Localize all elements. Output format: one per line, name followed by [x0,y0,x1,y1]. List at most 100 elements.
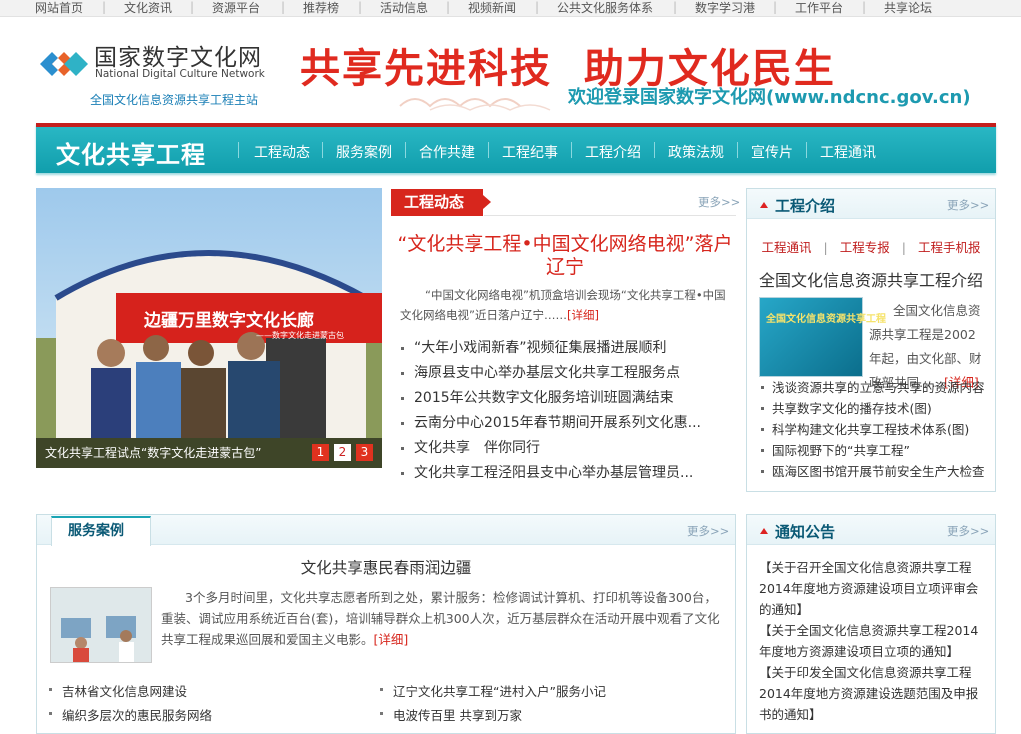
separator: | [102,0,107,14]
list-item[interactable]: 文化共享 伴你同行 [400,436,735,461]
separator: | [446,0,451,14]
notice-panel-title: 通知公告 [775,523,836,541]
top-nav: 网站首页 | 文化资讯 | 资源平台 | 推荐榜 | 活动信息 | 视频新闻 |… [0,0,1021,17]
service-more-link[interactable]: 更多>> [687,523,729,539]
nav-link-cooperation[interactable]: 合作共建 [419,142,475,162]
notice-list: 【关于召开全国文化信息资源共享工程2014年度地方资源建设项目立项评审会的通知】… [759,557,989,725]
service-image[interactable] [50,587,152,663]
separator: | [190,0,195,14]
separator: | [281,0,286,14]
service-headline[interactable]: 文化共享惠民春雨润边疆 [37,556,735,578]
slideshow-caption[interactable]: 文化共享工程试点“数字文化走进蒙古包” [36,438,382,468]
separator: | [823,240,828,255]
separator: | [673,0,678,14]
top-nav-events[interactable]: 活动信息 [380,0,428,16]
top-nav-forum[interactable]: 共享论坛 [884,0,932,16]
top-nav-home[interactable]: 网站首页 [35,0,83,16]
nav-link-cases[interactable]: 服务案例 [336,142,392,162]
slideshow-banner-sub: ——数字文化走进蒙古包 [256,331,344,340]
news-tab[interactable]: 工程动态 [391,189,491,216]
news-list: “大年小戏闹新春”视频征集展播进展顺利 海原县支中心举办基层文化共享工程服务点 … [400,336,735,486]
list-item[interactable]: 共享数字文化的播存技术(图) [759,398,995,419]
list-item[interactable]: 辽宁文化共享工程“进村入户”服务小记 [379,681,606,700]
service-text: 3个多月时间里，文化共享志愿者所到之处，累计服务：检修调试计算机、打印机等设备3… [161,587,723,650]
list-item[interactable]: 国际视野下的“共享工程” [759,440,995,461]
list-item[interactable]: 【关于印发全国文化信息资源共享工程2014年度地方资源建设选题范围及申报书的通知… [759,662,989,725]
list-item[interactable]: 【关于全国文化信息资源共享工程2014年度地方资源建设项目立项的通知】 [759,620,989,662]
banner-welcome: 欢迎登录国家数字文化网(www.ndcnc.gov.cn) [568,87,971,108]
news-headline[interactable]: “文化共享工程•中国文化网络电视”落户辽宁 [390,233,740,279]
logo-subtitle-en: National Digital Culture Network [95,68,265,80]
nav-link-dynamics[interactable]: 工程动态 [254,142,310,162]
slideshow-page-2[interactable]: 2 [334,444,351,461]
separator: | [358,0,363,14]
divider [322,142,323,158]
intro-list: 浅谈资源共享的立意与共享的资源内容 共享数字文化的播存技术(图) 科学构建文化共… [759,377,995,482]
list-item[interactable]: 科学构建文化共享工程技术体系(图) [759,419,995,440]
list-item[interactable]: 2015年公共数字文化服务培训班圆满结束 [400,386,735,411]
nav-link-promo-video[interactable]: 宣传片 [751,142,793,162]
nav-link-policy[interactable]: 政策法规 [668,142,724,162]
intro-more-link[interactable]: 更多>> [947,197,989,213]
top-nav-recommend[interactable]: 推荐榜 [303,0,339,16]
logo-tagline: 全国文化信息资源共享工程主站 [90,93,259,107]
service-tab[interactable]: 服务案例 [51,516,151,546]
intro-link-newsletter[interactable]: 工程通讯 [762,240,812,255]
intro-panel: 工程介绍 更多>> 工程通讯 | 工程专报 | 工程手机报 全国文化信息资源共享… [746,188,996,492]
triangle-icon [760,202,768,208]
intro-panel-title: 工程介绍 [775,197,836,215]
list-item[interactable]: 电波传百里 共享到万家 [379,705,522,724]
list-item[interactable]: 编织多层次的惠民服务网络 [48,705,212,724]
list-item[interactable]: 吉林省文化信息网建设 [48,681,187,700]
intro-link-mobile[interactable]: 工程手机报 [918,240,981,255]
slideshow[interactable]: 边疆万里数字文化长廊 ——数字文化走进蒙古包 文化共享工程试点“数字文化走进蒙古… [36,188,382,468]
news-section: 工程动态 更多>> “文化共享工程•中国文化网络电视”落户辽宁 “中国文化网络电… [390,188,740,481]
list-item[interactable]: 浅谈资源共享的立意与共享的资源内容 [759,377,995,398]
top-nav-video[interactable]: 视频新闻 [468,0,516,16]
divider [405,142,406,158]
slideshow-banner-text: 边疆万里数字文化长廊 [144,311,314,331]
top-nav-workspace[interactable]: 工作平台 [795,0,843,16]
notice-more-link[interactable]: 更多>> [947,523,989,539]
service-panel: 服务案例 更多>> 文化共享惠民春雨润边疆 3个多月时间里，文化共享志愿者所到之… [36,514,736,734]
triangle-icon [760,528,768,534]
slideshow-page-1[interactable]: 1 [312,444,329,461]
logo-mark-icon [40,52,88,76]
list-item[interactable]: “大年小戏闹新春”视频征集展播进展顺利 [400,336,735,361]
nav-link-newsletter[interactable]: 工程通讯 [820,142,876,162]
intro-link-report[interactable]: 工程专报 [840,240,890,255]
nav-link-chronicle[interactable]: 工程纪事 [502,142,558,162]
separator: | [901,240,906,255]
top-nav-public-service[interactable]: 公共文化服务体系 [557,0,653,16]
intro-links: 工程通讯 | 工程专报 | 工程手机报 [747,237,995,256]
service-detail-link[interactable]: [详细] [374,632,409,647]
news-detail-link[interactable]: [详细] [567,308,599,322]
separator: | [535,0,540,14]
divider [488,142,489,158]
nav-link-intro[interactable]: 工程介绍 [585,142,641,162]
site-logo[interactable]: 国家数字文化网 National Digital Culture Network… [38,38,278,110]
notice-panel: 通知公告 更多>> 【关于召开全国文化信息资源共享工程2014年度地方资源建设项… [746,514,996,734]
intro-heading[interactable]: 全国文化信息资源共享工程介绍 [747,267,995,291]
logo-title: 国家数字文化网 [94,45,262,71]
list-item[interactable]: 海原县支中心举办基层文化共享工程服务点 [400,361,735,386]
service-photo [51,588,151,662]
divider [806,142,807,158]
list-item[interactable]: 文化共享工程泾阳县支中心举办基层管理员... [400,461,735,486]
list-item[interactable]: 【关于召开全国文化信息资源共享工程2014年度地方资源建设项目立项评审会的通知】 [759,557,989,620]
divider [654,142,655,158]
service-text-body: 3个多月时间里，文化共享志愿者所到之处，累计服务：检修调试计算机、打印机等设备3… [161,590,720,647]
list-item[interactable]: 云南分中心2015年春节期间开展系列文化惠... [400,411,735,436]
intro-image[interactable]: 全国文化信息资源共享工程 [759,297,886,377]
slideshow-page-3[interactable]: 3 [356,444,373,461]
news-summary-text: “中国文化网络电视”机顶盒培训会现场“文化共享工程•中国文化网络电视”近日落户辽… [400,288,726,322]
separator: | [862,0,867,14]
top-nav-learning[interactable]: 数字学习港 [695,0,755,16]
top-nav-resources[interactable]: 资源平台 [212,0,260,16]
separator: | [773,0,778,14]
list-item[interactable]: 瓯海区图书馆开展节前安全生产大检查 [759,461,995,482]
news-more-link[interactable]: 更多>> [698,194,740,210]
top-nav-news[interactable]: 文化资讯 [124,0,172,16]
divider [238,142,239,158]
divider [737,142,738,158]
